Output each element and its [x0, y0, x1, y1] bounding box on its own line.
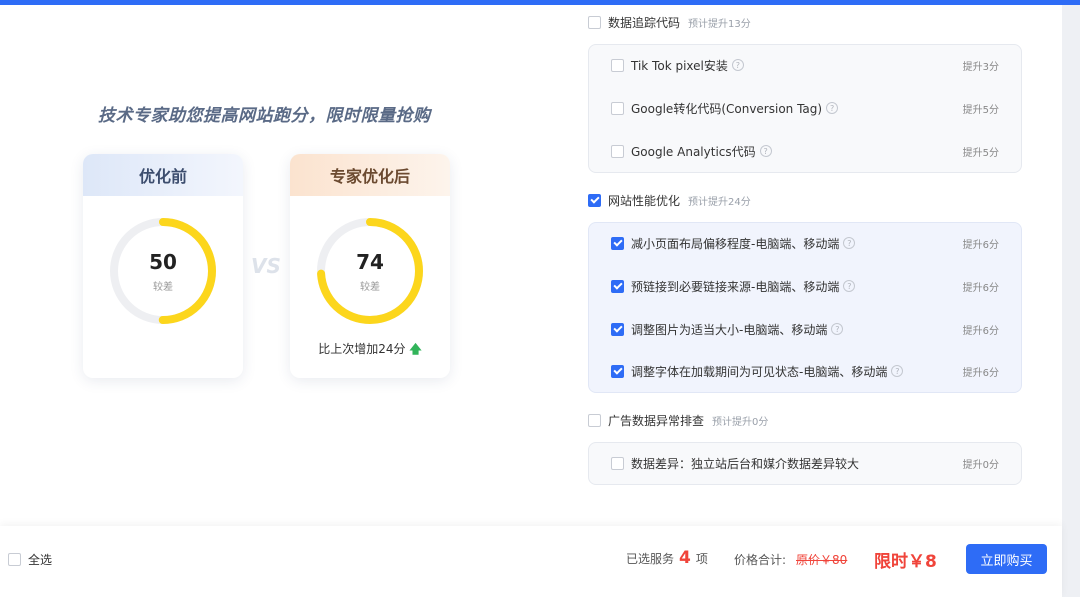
item-gain: 提升5分 [962, 147, 999, 159]
item-gain: 提升6分 [962, 282, 999, 294]
group-checkbox[interactable] [588, 413, 601, 427]
item-name: 调整图片为适当大小-电脑端、移动端 [631, 322, 828, 337]
help-icon[interactable]: ? [826, 102, 839, 114]
before-score-value: 50 [149, 250, 177, 274]
after-score-gauge: 74 较差 [315, 216, 425, 326]
before-card: 优化前 50 较差 [83, 154, 243, 378]
sale-price: 限时￥8 [874, 552, 937, 572]
group-name: 网站性能优化 [608, 193, 681, 208]
help-icon[interactable]: ? [831, 323, 844, 335]
help-icon[interactable]: ? [843, 280, 856, 292]
group-gain: 预计提升13分 [688, 18, 751, 30]
service-item[interactable]: 数据差异：独立站后台和媒介数据差异较大 提升0分 [611, 454, 999, 472]
item-checkbox[interactable] [611, 101, 624, 115]
item-name: 数据差异：独立站后台和媒介数据差异较大 [631, 456, 860, 471]
help-icon[interactable]: ? [843, 237, 856, 249]
select-all-checkbox[interactable] [8, 552, 21, 566]
item-name: 预链接到必要链接来源-电脑端、移动端 [631, 279, 840, 294]
item-gain: 提升6分 [962, 367, 999, 379]
group-checkbox[interactable] [588, 15, 601, 29]
service-item[interactable]: Google转化代码(Conversion Tag) ? 提升5分 [611, 99, 999, 117]
promo-title: 技术专家助您提高网站跑分，限时限量抢购 [98, 106, 431, 126]
item-name: 调整字体在加载期间为可见状态-电脑端、移动端 [631, 364, 888, 379]
service-item[interactable]: 调整字体在加载期间为可见状态-电脑端、移动端 ? 提升6分 [611, 362, 999, 380]
buy-now-button[interactable]: 立即购买 [966, 544, 1047, 574]
service-item[interactable]: 预链接到必要链接来源-电脑端、移动端 ? 提升6分 [611, 277, 999, 295]
help-icon[interactable]: ? [759, 145, 772, 157]
select-all-label: 全选 [28, 552, 53, 567]
item-checkbox[interactable] [611, 58, 624, 72]
group-checkbox[interactable] [588, 193, 601, 207]
before-score-grade: 较差 [153, 282, 173, 293]
selected-count: 4 [679, 548, 691, 568]
score-increase-text: 比上次增加24分 [318, 342, 406, 356]
item-checkbox[interactable] [611, 456, 624, 470]
group-site-performance[interactable]: 网站性能优化 预计提升24分 [588, 191, 751, 209]
after-card-title: 专家优化后 [290, 154, 450, 196]
before-card-title: 优化前 [83, 154, 243, 196]
group-panel-tracking-code: Tik Tok pixel安装 ? 提升3分 Google转化代码(Conver… [588, 44, 1022, 173]
selected-services: 已选服务 4 项 [626, 548, 708, 568]
vs-label: VS [251, 254, 281, 278]
item-gain: 提升3分 [962, 61, 999, 73]
group-panel-ad-data-check: 数据差异：独立站后台和媒介数据差异较大 提升0分 [588, 442, 1022, 485]
item-gain: 提升6分 [962, 239, 999, 251]
select-all[interactable]: 全选 [8, 550, 52, 568]
help-icon[interactable]: ? [891, 365, 904, 377]
group-ad-data-check[interactable]: 广告数据异常排查 预计提升0分 [588, 411, 768, 429]
top-accent-bar [0, 0, 1080, 5]
scrollbar-track[interactable] [1062, 5, 1080, 597]
item-name: Google转化代码(Conversion Tag) [631, 101, 823, 116]
service-item[interactable]: 调整图片为适当大小-电脑端、移动端 ? 提升6分 [611, 320, 999, 338]
selected-suffix: 项 [695, 552, 708, 566]
service-item[interactable]: 减小页面布局偏移程度-电脑端、移动端 ? 提升6分 [611, 234, 999, 252]
group-name: 广告数据异常排查 [608, 413, 705, 428]
arrow-up-icon: 🡅 [409, 342, 422, 356]
score-increase: 比上次增加24分 🡅 [290, 340, 450, 361]
item-checkbox[interactable] [611, 364, 624, 378]
after-card: 专家优化后 74 较差 比上次增加24分 🡅 [290, 154, 450, 378]
group-gain: 预计提升24分 [688, 196, 751, 208]
item-checkbox[interactable] [611, 322, 624, 336]
after-score-grade: 较差 [360, 282, 380, 293]
after-score-value: 74 [356, 250, 384, 274]
item-name: 减小页面布局偏移程度-电脑端、移动端 [631, 236, 840, 251]
service-item[interactable]: Tik Tok pixel安装 ? 提升3分 [611, 56, 999, 74]
selected-prefix: 已选服务 [626, 552, 675, 566]
before-score-gauge: 50 较差 [108, 216, 218, 326]
item-checkbox[interactable] [611, 144, 624, 158]
item-checkbox[interactable] [611, 279, 624, 293]
original-price: 原价￥80 [796, 553, 848, 567]
help-icon[interactable]: ? [731, 59, 744, 71]
group-tracking-code[interactable]: 数据追踪代码 预计提升13分 [588, 13, 751, 31]
item-gain: 提升6分 [962, 325, 999, 337]
item-gain: 提升0分 [962, 459, 999, 471]
item-name: Google Analytics代码 [631, 144, 756, 159]
service-item[interactable]: Google Analytics代码 ? 提升5分 [611, 142, 999, 160]
group-panel-site-performance: 减小页面布局偏移程度-电脑端、移动端 ? 提升6分 预链接到必要链接来源-电脑端… [588, 222, 1022, 393]
group-name: 数据追踪代码 [608, 15, 681, 30]
group-gain: 预计提升0分 [712, 416, 769, 428]
item-checkbox[interactable] [611, 236, 624, 250]
item-name: Tik Tok pixel安装 [631, 58, 728, 73]
item-gain: 提升5分 [962, 104, 999, 116]
price-total-label: 价格合计: [734, 553, 787, 567]
